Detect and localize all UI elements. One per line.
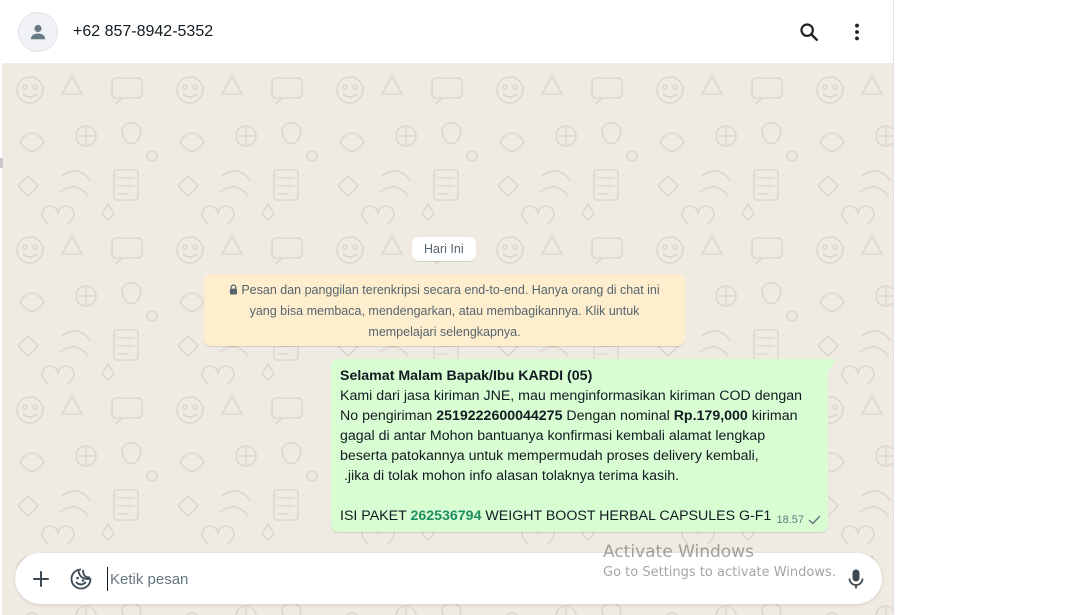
package-number[interactable]: 262536794 xyxy=(410,508,481,524)
message-input[interactable] xyxy=(107,567,590,591)
message-text: WEIGHT BOOST HERBAL CAPSULES G-F1 xyxy=(481,508,772,524)
message-text: kiriman xyxy=(747,408,798,424)
message-line: Kami dari jasa kiriman JNE, mau menginfo… xyxy=(340,388,803,404)
message-greeting: Selamat Malam Bapak/Ibu KARDI (05) xyxy=(340,368,593,384)
person-icon xyxy=(31,24,45,40)
plus-icon xyxy=(33,571,49,587)
contact-name[interactable]: +62 857-8942-5352 xyxy=(73,22,213,42)
lock-icon xyxy=(230,284,238,295)
encryption-notice-line-2: yang bisa membaca, mendengarkan, atau me… xyxy=(249,304,640,318)
microphone-icon xyxy=(848,569,864,589)
encryption-notice-text-1: Pesan dan panggilan terenkripsi secara e… xyxy=(241,283,660,297)
menu-button[interactable] xyxy=(841,16,873,48)
message-text: Dengan nominal xyxy=(562,408,674,424)
encryption-notice[interactable]: Pesan dan panggilan terenkripsi secara e… xyxy=(204,274,685,346)
message-time: 18.57 xyxy=(776,514,804,526)
chat-panel: +62 857-8942-5352 Hari Ini Pesan dan pan… xyxy=(2,0,894,615)
bubble-tail xyxy=(828,359,836,372)
encryption-notice-line-3: mempelajari selengkapnya. xyxy=(368,325,521,339)
message-line: gagal di antar Mohon bantuanya konfirmas… xyxy=(340,428,766,444)
voice-message-button[interactable] xyxy=(840,563,872,595)
search-button[interactable] xyxy=(793,16,825,48)
single-check-icon xyxy=(808,515,821,525)
app-window: +62 857-8942-5352 Hari Ini Pesan dan pan… xyxy=(0,0,1087,615)
outgoing-message[interactable]: Selamat Malam Bapak/Ibu KARDI (05) Kami … xyxy=(331,359,828,532)
date-chip: Hari Ini xyxy=(412,237,476,261)
chat-background: Hari Ini Pesan dan panggilan terenkripsi… xyxy=(2,64,893,615)
resize-handle[interactable] xyxy=(0,158,3,168)
sticker-icon xyxy=(70,568,92,590)
chat-header[interactable]: +62 857-8942-5352 xyxy=(2,0,893,64)
cod-amount: Rp.179,000 xyxy=(673,408,748,424)
message-text: ISI PAKET xyxy=(340,508,411,524)
tracking-number: 2519222600044275 xyxy=(436,408,563,424)
message-line: .jika di tolak mohon info alasan tolakny… xyxy=(340,468,680,484)
sticker-button[interactable] xyxy=(65,563,97,595)
message-line: beserta patokannya untuk mempermudah pro… xyxy=(340,448,759,464)
message-composer xyxy=(15,553,882,604)
avatar[interactable] xyxy=(18,12,58,52)
message-line: No pengiriman 2519222600044275 Dengan no… xyxy=(340,406,819,426)
message-text: No pengiriman xyxy=(340,408,437,424)
message-meta: 18.57 xyxy=(776,510,821,530)
message-line: ISI PAKET 262536794 WEIGHT BOOST HERBAL … xyxy=(340,506,819,526)
attach-button[interactable] xyxy=(25,563,57,595)
search-icon xyxy=(800,23,818,41)
right-blank-area xyxy=(894,0,1087,615)
more-vertical-icon xyxy=(855,23,859,41)
encryption-notice-line-1: Pesan dan panggilan terenkripsi secara e… xyxy=(220,280,669,301)
